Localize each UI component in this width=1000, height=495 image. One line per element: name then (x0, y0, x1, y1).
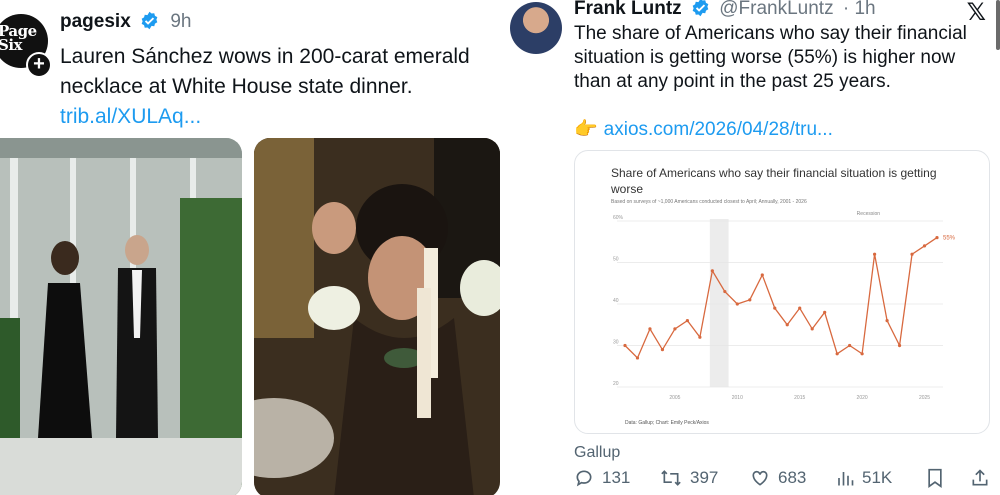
data-point (873, 252, 877, 256)
x-tick-label: 2025 (919, 395, 930, 401)
data-point (885, 319, 889, 323)
follow-plus-icon[interactable]: + (26, 52, 52, 78)
data-point (935, 236, 939, 240)
display-name[interactable]: Frank Luntz (574, 0, 682, 19)
post-header: pagesix 9h (60, 11, 191, 33)
y-tick-label: 30 (613, 340, 619, 346)
recession-band (709, 219, 729, 387)
views-button[interactable]: 51K (836, 468, 892, 488)
data-point (723, 289, 727, 294)
data-point (685, 319, 689, 323)
data-point (760, 273, 764, 277)
y-tick-label: 50 (613, 257, 619, 263)
chart-card[interactable]: 20 30 40 50 60% 2005 2010 2015 2020 2025 Recession… (574, 150, 990, 434)
bookmark-icon (928, 468, 942, 488)
photo-couple-walking-image (0, 138, 242, 495)
x-tick-label: 2015 (794, 395, 805, 401)
annotation-label: Recession (857, 211, 881, 217)
post-time: 9h (170, 11, 192, 32)
like-button[interactable]: 683 (750, 468, 806, 488)
user-handle[interactable]: @FrankLuntz (719, 0, 833, 19)
post-header: Frank Luntz @FrankLuntz · 1h (574, 0, 876, 20)
chart-title: Share of Americans who say their financi… (611, 166, 937, 196)
repost-button[interactable]: 397 (660, 468, 718, 488)
x-tick-label: 2020 (857, 395, 868, 401)
bookmark-button[interactable] (926, 468, 944, 488)
account-name[interactable]: pagesix (60, 11, 131, 32)
data-point (635, 356, 640, 360)
reply-icon (576, 470, 592, 487)
card-source-label: Gallup (574, 444, 621, 461)
verified-badge-icon (141, 11, 158, 30)
data-point (660, 348, 665, 352)
data-point (673, 327, 677, 331)
frankluntz-post: Frank Luntz @FrankLuntz · 1h 𝕏 The share… (500, 0, 1000, 495)
scrollbar[interactable] (996, 0, 1000, 50)
pagesix-logo-text: Page Six (0, 22, 37, 54)
post-text: The share of Americans who say their fin… (574, 23, 967, 92)
data-point (922, 244, 927, 248)
y-tick-label: 40 (613, 298, 619, 304)
heart-icon (752, 470, 768, 486)
reply-button[interactable]: 131 (574, 468, 630, 488)
action-bar: 131 397 683 51K (574, 468, 994, 492)
frankluntz-avatar[interactable] (510, 2, 562, 54)
data-point (910, 252, 914, 256)
post-link[interactable]: trib.al/XULAq... (60, 105, 201, 128)
repost-icon (661, 470, 681, 486)
data-point (648, 327, 652, 331)
views-chart-icon (838, 472, 854, 486)
chart-source: Data: Gallup; Chart: Emily Peck/Axios (625, 420, 709, 426)
data-point (897, 343, 902, 348)
data-point (810, 327, 814, 331)
photo-couple-walking[interactable] (0, 138, 242, 495)
post-body: Lauren Sánchez wows in 200-carat emerald… (60, 45, 470, 98)
pointing-hand-icon: 👉 (574, 119, 598, 140)
data-point (798, 306, 802, 310)
data-point (735, 302, 739, 306)
x-tick-label: 2005 (669, 395, 680, 401)
verified-badge-icon (692, 0, 709, 17)
data-point (698, 335, 702, 339)
data-point (835, 352, 839, 356)
end-value-label: 55% (943, 236, 956, 242)
post-text: Lauren Sánchez wows in 200-carat emerald… (60, 42, 490, 132)
chart-subtitle: Based on surveys of ~1,000 Americans con… (611, 199, 807, 205)
data-point (710, 269, 714, 273)
x-tick-label: 2010 (732, 395, 743, 401)
pagesix-post: Page Six + pagesix 9h Lauren Sánchez wow… (0, 0, 500, 495)
data-point (748, 298, 752, 302)
like-count: 683 (778, 468, 807, 487)
data-point (848, 343, 852, 348)
reply-count: 131 (602, 468, 631, 487)
data-point (860, 352, 864, 356)
view-count: 51K (862, 468, 893, 487)
photo-candlelit-dinner-image (254, 138, 500, 495)
share-icon (972, 469, 988, 486)
series-line (624, 237, 938, 360)
share-button[interactable] (970, 468, 990, 488)
post-time: · 1h (842, 0, 876, 19)
article-link[interactable]: 👉 axios.com/2026/04/28/tru... (574, 117, 833, 141)
y-tick-label: 60% (613, 215, 624, 221)
y-tick-label: 20 (613, 381, 619, 387)
data-point (773, 306, 777, 310)
photo-candlelit-dinner[interactable] (254, 138, 500, 495)
article-link-text[interactable]: axios.com/2026/04/28/tru... (604, 119, 833, 140)
data-point (785, 323, 789, 327)
data-point (623, 343, 627, 348)
repost-count: 397 (690, 468, 719, 487)
data-point (823, 310, 827, 314)
